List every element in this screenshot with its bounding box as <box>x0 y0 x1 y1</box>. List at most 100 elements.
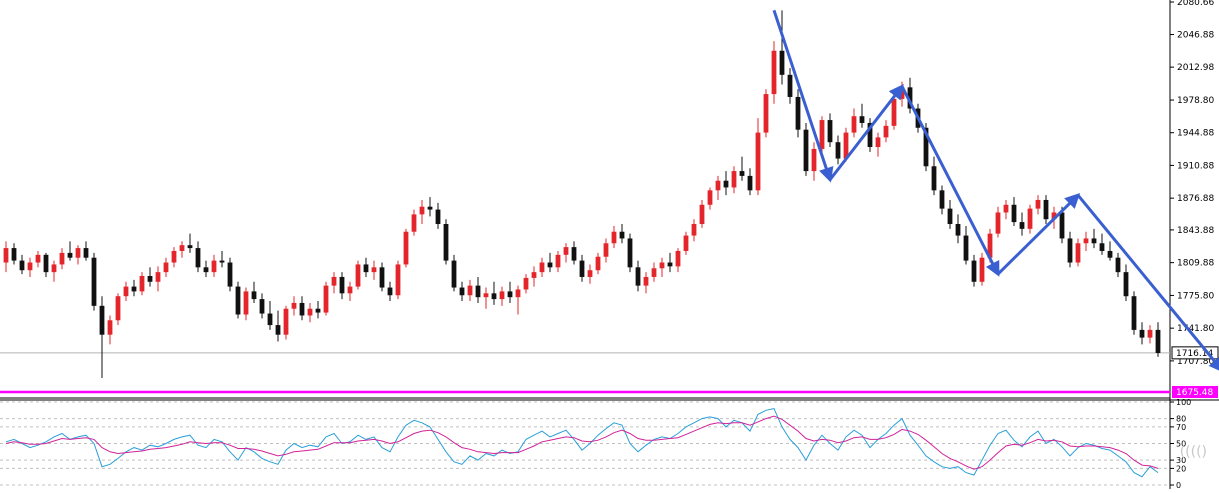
candle-body <box>155 272 161 282</box>
candle-body <box>187 245 193 249</box>
candle <box>459 281 465 302</box>
candle-body <box>259 299 265 314</box>
candle <box>395 260 401 300</box>
candle <box>163 257 169 277</box>
candle <box>747 168 753 196</box>
candle-body <box>771 50 777 95</box>
candle-body <box>763 94 769 133</box>
candle <box>979 252 985 286</box>
candle <box>83 241 89 261</box>
candle <box>707 187 713 210</box>
candle <box>139 272 145 296</box>
price-tick-label: 1843.88 <box>1177 226 1214 236</box>
candle <box>35 250 41 268</box>
rsi-tick-label: 70 <box>1176 423 1186 432</box>
candle <box>259 293 265 319</box>
candle-body <box>699 204 705 225</box>
candle-body <box>11 248 17 261</box>
candle <box>763 89 769 138</box>
candle <box>1003 199 1009 220</box>
candle-body <box>443 224 449 261</box>
candle <box>931 156 937 196</box>
candle <box>1155 322 1161 357</box>
candle-body <box>539 262 545 273</box>
candle-body <box>1019 222 1025 229</box>
watermark: (((() <box>1179 444 1207 460</box>
candle <box>243 287 249 321</box>
candle <box>115 293 121 326</box>
candle <box>899 81 905 107</box>
candle-body <box>19 260 25 271</box>
candle-body <box>307 308 313 316</box>
candle-body <box>427 206 433 210</box>
candle-body <box>587 270 593 277</box>
candle-body <box>1067 238 1073 263</box>
candle <box>1147 325 1153 344</box>
candle-body <box>475 285 481 298</box>
candle <box>939 185 945 215</box>
candle <box>11 243 17 265</box>
pattern-arrow <box>900 85 1000 277</box>
candle <box>1123 264 1129 302</box>
candle-body <box>971 260 977 282</box>
rsi-tick-label: 20 <box>1176 464 1186 473</box>
candle-body <box>827 120 833 143</box>
candle-body <box>707 190 713 205</box>
candle-body <box>339 276 345 294</box>
candle-body <box>659 262 665 269</box>
candle <box>99 296 105 379</box>
candle-body <box>779 50 785 75</box>
candle-body <box>123 286 129 297</box>
candle-body <box>683 235 689 251</box>
candle-body <box>1123 272 1129 297</box>
candle-body <box>235 286 241 315</box>
candle <box>59 248 65 270</box>
candle-body <box>1075 243 1081 263</box>
candle-body <box>219 260 225 263</box>
candle <box>1019 212 1025 236</box>
candle <box>211 254 217 277</box>
price-tick-label: 2080.66 <box>1177 0 1214 8</box>
candle <box>619 224 625 244</box>
candle <box>811 142 817 181</box>
candle-body <box>163 262 169 273</box>
candle <box>427 197 433 217</box>
price-tick-label: 1775.80 <box>1177 291 1214 301</box>
candle-body <box>395 264 401 296</box>
candle <box>1083 231 1089 251</box>
candle <box>859 103 865 128</box>
candle-body <box>275 325 281 335</box>
price-tick-label: 2046.88 <box>1177 31 1214 41</box>
candle-body <box>43 254 49 273</box>
candle <box>179 241 185 258</box>
candle <box>171 247 177 268</box>
candle-body <box>875 137 881 148</box>
candle <box>467 279 473 302</box>
candle <box>411 209 417 236</box>
price-tick-label: 1944.88 <box>1177 129 1214 139</box>
candle-body <box>1083 238 1089 244</box>
candle <box>755 118 761 196</box>
candle-body <box>483 293 489 298</box>
candle-body <box>787 74 793 97</box>
candle-body <box>83 248 89 258</box>
candle <box>499 286 505 306</box>
candle-body <box>1043 199 1049 220</box>
candle-body <box>691 224 697 236</box>
candle <box>155 266 161 292</box>
candle-body <box>939 190 945 209</box>
candle <box>323 281 329 316</box>
candle <box>1099 233 1105 255</box>
candle-body <box>747 175 753 191</box>
candle <box>803 122 809 176</box>
candle-body <box>171 250 177 263</box>
candle-body <box>147 275 153 282</box>
candle <box>739 156 745 181</box>
candle <box>547 252 553 273</box>
candle <box>643 272 649 294</box>
candle <box>715 175 721 200</box>
candle-body <box>355 264 361 287</box>
candle-body <box>531 272 537 278</box>
candle-body <box>979 257 985 282</box>
candle-body <box>795 96 801 130</box>
